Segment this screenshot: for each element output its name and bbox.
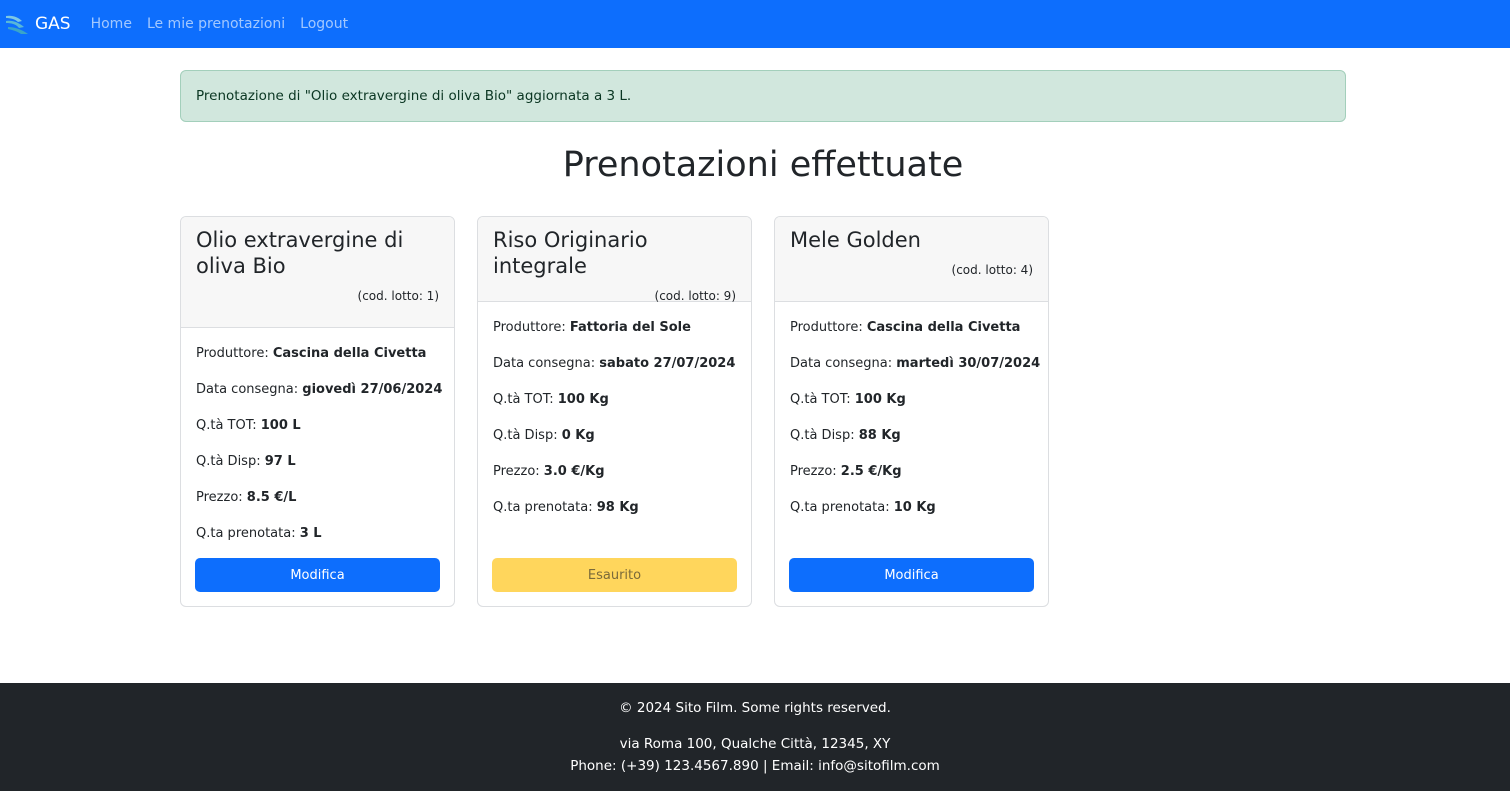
field-prezzo: Prezzo: 3.0 €/Kg — [493, 464, 605, 479]
alert-message: Prenotazione di "Olio extravergine di ol… — [196, 88, 632, 104]
field-qta-prenotata: Q.ta prenotata: 3 L — [196, 526, 322, 541]
card-header: Olio extravergine di oliva Bio (cod. lot… — [181, 217, 454, 328]
success-alert: Prenotazione di "Olio extravergine di ol… — [180, 70, 1346, 122]
field-qta-tot: Q.tà TOT: 100 L — [196, 418, 301, 433]
field-qta-tot: Q.tà TOT: 100 Kg — [790, 392, 906, 407]
modifica-button[interactable]: Modifica — [195, 558, 440, 592]
footer-copyright: © 2024 Sito Film. Some rights reserved. — [619, 700, 891, 716]
card-body: Produttore: Cascina della Civetta Data c… — [181, 328, 454, 552]
navbar: GAS Home Le mie prenotazioni Logout — [0, 0, 1510, 48]
card-header: Mele Golden (cod. lotto: 4) — [775, 217, 1048, 302]
brand-label: GAS — [35, 14, 71, 34]
field-prezzo: Prezzo: 2.5 €/Kg — [790, 464, 902, 479]
footer: © 2024 Sito Film. Some rights reserved. … — [0, 683, 1510, 791]
booking-card: Riso Originario integrale (cod. lotto: 9… — [477, 216, 752, 607]
page-title: Prenotazioni effettuate — [562, 145, 964, 185]
lot-code: (cod. lotto: 9) — [654, 289, 736, 303]
card-title: Olio extravergine di oliva Bio — [196, 228, 404, 278]
card-header: Riso Originario integrale (cod. lotto: 9… — [478, 217, 751, 303]
nav-link-home[interactable]: Home — [91, 16, 132, 32]
lot-code: (cod. lotto: 4) — [951, 263, 1033, 277]
field-prezzo: Prezzo: 8.5 €/L — [196, 490, 297, 505]
modifica-button[interactable]: Modifica — [789, 558, 1034, 592]
booking-card: Olio extravergine di oliva Bio (cod. lot… — [180, 216, 455, 607]
card-title: Mele Golden — [790, 228, 921, 252]
field-qta-disp: Q.tà Disp: 0 Kg — [493, 428, 595, 443]
field-data-consegna: Data consegna: giovedì 27/06/2024 — [196, 382, 443, 397]
footer-address: via Roma 100, Qualche Città, 12345, XY — [619, 736, 891, 752]
card-title: Riso Originario integrale — [493, 228, 648, 278]
nav-link-logout[interactable]: Logout — [300, 16, 348, 32]
field-qta-prenotata: Q.ta prenotata: 98 Kg — [493, 500, 639, 515]
field-qta-disp: Q.tà Disp: 88 Kg — [790, 428, 901, 443]
footer-contact: Phone: (+39) 123.4567.890 | Email: info@… — [570, 758, 940, 774]
nav-link-prenotazioni[interactable]: Le mie prenotazioni — [147, 16, 285, 32]
brand-link[interactable]: GAS — [4, 12, 71, 36]
lot-code: (cod. lotto: 1) — [357, 289, 439, 303]
field-produttore: Produttore: Fattoria del Sole — [493, 320, 691, 335]
gas-logo-icon — [6, 15, 28, 34]
field-qta-disp: Q.tà Disp: 97 L — [196, 454, 296, 469]
field-qta-tot: Q.tà TOT: 100 Kg — [493, 392, 609, 407]
field-data-consegna: Data consegna: martedì 30/07/2024 — [790, 356, 1041, 371]
booking-card: Mele Golden (cod. lotto: 4) Produttore: … — [774, 216, 1049, 607]
field-produttore: Produttore: Cascina della Civetta — [196, 346, 427, 361]
card-body: Produttore: Cascina della Civetta Data c… — [775, 302, 1048, 526]
field-produttore: Produttore: Cascina della Civetta — [790, 320, 1021, 335]
field-data-consegna: Data consegna: sabato 27/07/2024 — [493, 356, 736, 371]
field-qta-prenotata: Q.ta prenotata: 10 Kg — [790, 500, 936, 515]
esaurito-button[interactable]: Esaurito — [492, 558, 737, 592]
card-body: Produttore: Fattoria del Sole Data conse… — [478, 302, 751, 526]
